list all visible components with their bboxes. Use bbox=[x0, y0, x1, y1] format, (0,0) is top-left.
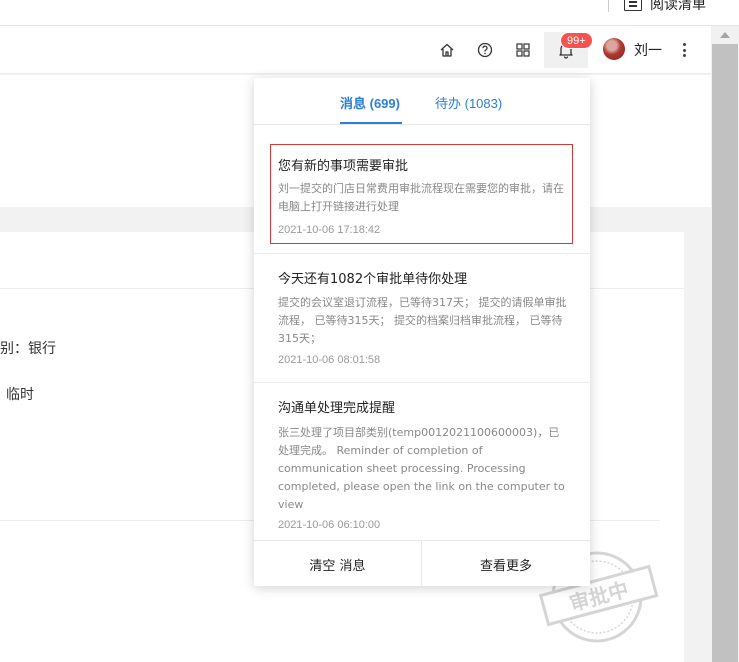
reading-list-icon bbox=[624, 0, 642, 11]
message-item[interactable]: 您有新的事项需要审批 刘一提交的门店日常费用审批流程现在需要您的审批，请在电脑上… bbox=[254, 126, 590, 246]
message-item[interactable]: 今天还有1082个审批单待你处理 提交的会议室退订流程，已等待317天； 提交的… bbox=[254, 254, 590, 382]
active-tab-indicator bbox=[340, 122, 402, 124]
message-list[interactable]: 您有新的事项需要审批 刘一提交的门店日常费用审批流程现在需要您的审批，请在电脑上… bbox=[254, 126, 590, 540]
notification-tabs: 消息 (699) 待办 (1083) bbox=[254, 78, 590, 125]
scroll-up-arrow-icon[interactable] bbox=[720, 32, 730, 38]
avatar[interactable] bbox=[603, 38, 625, 60]
message-time: 2021-10-06 08:01:58 bbox=[278, 354, 381, 366]
field-value-type: 临时 bbox=[6, 387, 34, 403]
field-value-category: 别：银行 bbox=[0, 341, 56, 357]
tab-todos[interactable]: 待办 (1083) bbox=[435, 93, 502, 112]
message-body: 刘一提交的门店日常费用审批流程现在需要您的审批，请在电脑上打开链接进行处理 bbox=[278, 182, 564, 213]
scrollbar-thumb[interactable] bbox=[712, 44, 738, 662]
home-icon[interactable] bbox=[437, 40, 457, 60]
notifications-button[interactable]: 99+ bbox=[544, 32, 593, 68]
divider bbox=[608, 0, 609, 12]
clear-messages-button[interactable]: 清空 消息 bbox=[254, 541, 422, 587]
message-title: 沟通单处理完成提醒 bbox=[278, 401, 396, 416]
message-body: 提交的会议室退订流程，已等待317天； 提交的请假单审批流程， 已等待315天；… bbox=[278, 296, 567, 345]
reading-list-label: 阅读清单 bbox=[650, 0, 706, 13]
message-title: 您有新的事项需要审批 bbox=[278, 159, 409, 174]
message-time: 2021-10-06 06:10:00 bbox=[278, 519, 381, 531]
help-icon[interactable] bbox=[475, 40, 495, 60]
notification-badge: 99+ bbox=[560, 32, 593, 49]
message-item[interactable]: 沟通单处理完成提醒 张三处理了项目部类别(temp001202110060000… bbox=[254, 383, 590, 540]
message-body: 张三处理了项目部类别(temp0012021100600003)，已处理完成。 … bbox=[278, 426, 565, 511]
panel-footer: 清空 消息 查看更多 bbox=[254, 540, 590, 587]
message-title: 今天还有1082个审批单待你处理 bbox=[278, 272, 468, 287]
message-time: 2021-10-06 17:18:42 bbox=[278, 224, 381, 236]
more-vertical-icon[interactable] bbox=[676, 40, 692, 60]
app-header: 99+ 刘一 bbox=[0, 26, 711, 74]
username[interactable]: 刘一 bbox=[634, 40, 662, 60]
top-strip: 阅读清单 bbox=[0, 0, 739, 26]
tab-messages[interactable]: 消息 (699) bbox=[340, 93, 400, 112]
view-more-button[interactable]: 查看更多 bbox=[422, 541, 590, 587]
notification-panel: 消息 (699) 待办 (1083) 您有新的事项需要审批 刘一提交的门店日常费… bbox=[254, 78, 590, 587]
apps-grid-icon[interactable] bbox=[513, 40, 533, 60]
scrollbar[interactable] bbox=[711, 26, 739, 662]
reading-list-button[interactable]: 阅读清单 bbox=[624, 0, 706, 14]
